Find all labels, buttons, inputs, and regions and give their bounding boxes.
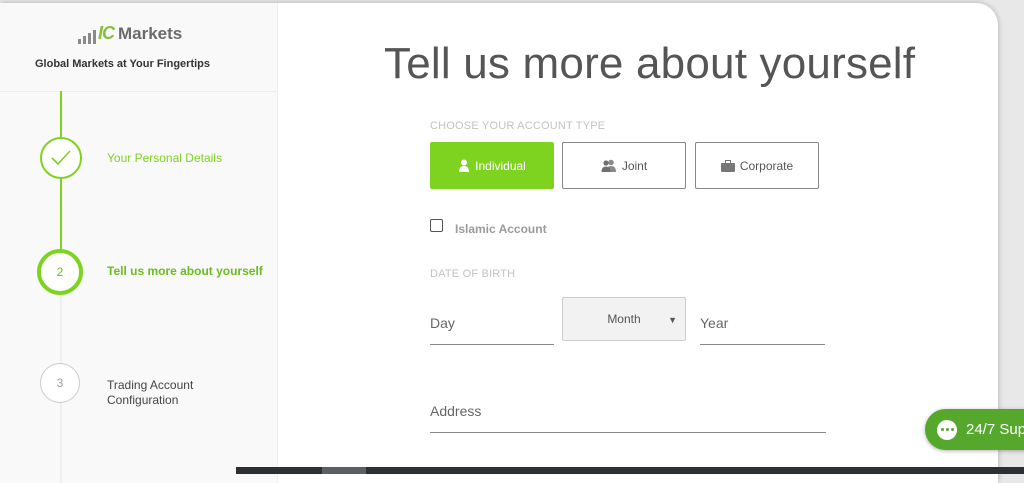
account-type-corporate-label: Corporate — [739, 158, 794, 173]
caret-down-icon: ▼ — [668, 315, 677, 325]
person-icon — [459, 159, 470, 172]
account-type-label: CHOOSE YOUR ACCOUNT TYPE — [430, 120, 606, 132]
ic-markets-logo[interactable]: IC Markets — [78, 23, 182, 44]
signup-card: IC Markets Global Markets at Your Finger… — [0, 3, 998, 483]
support-chat-label: 24/7 Sup — [966, 421, 1024, 438]
account-type-individual-label: Individual — [475, 158, 526, 173]
date-of-birth-label: DATE OF BIRTH — [430, 268, 516, 280]
sidebar: IC Markets Global Markets at Your Finger… — [0, 3, 278, 483]
year-input[interactable] — [700, 301, 825, 345]
step-2-circle: 2 — [37, 249, 83, 295]
day-input[interactable] — [430, 301, 554, 345]
step-1-label[interactable]: Your Personal Details — [107, 151, 222, 165]
support-chat-button[interactable]: 24/7 Sup — [925, 409, 1024, 450]
briefcase-icon — [720, 159, 735, 172]
account-type-joint-button[interactable]: Joint — [562, 142, 686, 189]
bottom-bar-knob[interactable] — [322, 467, 366, 474]
month-select-value: Month — [607, 312, 641, 326]
tagline: Global Markets at Your Fingertips — [34, 58, 211, 70]
step-3-label: Trading Account Configuration — [107, 378, 194, 407]
step-1-circle[interactable] — [40, 137, 82, 179]
account-type-individual-button[interactable]: Individual — [430, 142, 554, 189]
logo-mark: IC — [98, 23, 115, 43]
logo-name: Markets — [118, 24, 183, 43]
step-2-label: Tell us more about yourself — [107, 264, 263, 278]
check-icon — [51, 150, 71, 166]
brand-header: IC Markets Global Markets at Your Finger… — [0, 3, 277, 92]
account-type-corporate-button[interactable]: Corporate — [695, 142, 819, 189]
people-icon — [601, 159, 616, 172]
chat-icon — [937, 419, 957, 440]
address-input[interactable] — [430, 389, 826, 433]
step-3-circle: 3 — [40, 363, 80, 403]
month-select[interactable]: Month ▼ — [562, 297, 686, 341]
page-title: Tell us more about yourself — [384, 39, 916, 88]
islamic-account-label[interactable]: Islamic Account — [455, 222, 547, 236]
account-type-joint-label: Joint — [621, 158, 648, 173]
logo-bars-icon — [78, 30, 96, 44]
islamic-account-checkbox[interactable] — [430, 219, 443, 232]
